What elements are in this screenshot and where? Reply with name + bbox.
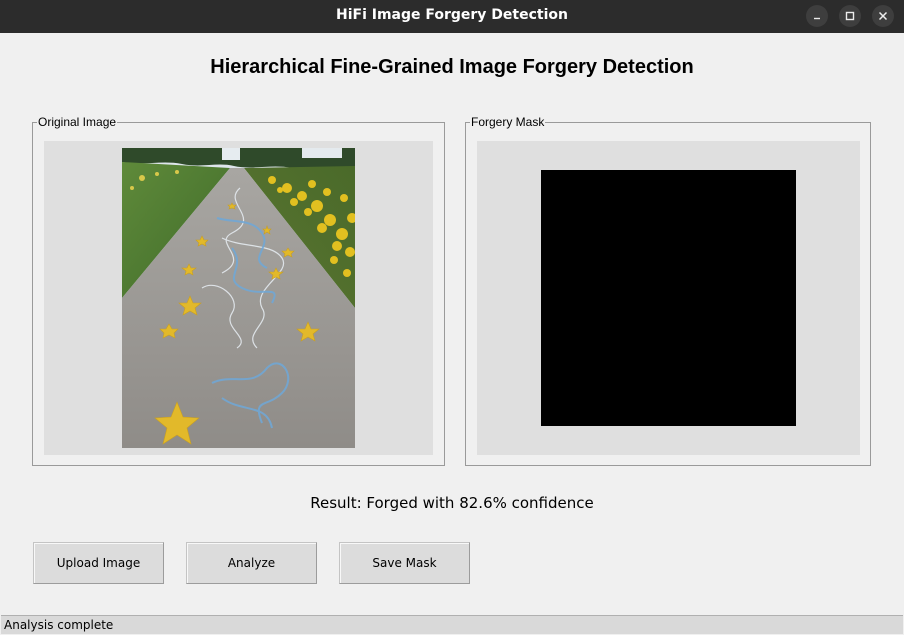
maximize-button[interactable] [839, 5, 861, 27]
window-title: HiFi Image Forgery Detection [335, 7, 568, 23]
close-icon [878, 11, 888, 21]
analyze-button[interactable]: Analyze [186, 542, 317, 584]
forgery-mask-area [477, 141, 860, 455]
upload-image-button[interactable]: Upload Image [33, 542, 164, 584]
maximize-icon [845, 11, 855, 21]
page-title: Hierarchical Fine-Grained Image Forgery … [210, 56, 694, 78]
minimize-icon [814, 17, 820, 20]
original-image-area [44, 141, 433, 455]
app-window: HiFi Image Forgery Detection Hierarchica… [0, 0, 904, 635]
minimize-button[interactable] [806, 5, 828, 27]
original-image [122, 148, 355, 448]
title-bar[interactable]: HiFi Image Forgery Detection [0, 0, 904, 33]
status-bar: Analysis complete [1, 615, 903, 634]
save-mask-button[interactable]: Save Mask [339, 542, 470, 584]
original-image-label: Original Image [38, 115, 117, 129]
close-button[interactable] [872, 5, 894, 27]
result-text: Result: Forged with 82.6% confidence [310, 494, 594, 512]
main-panel: Hierarchical Fine-Grained Image Forgery … [1, 33, 903, 634]
status-text: Analysis complete [4, 618, 114, 632]
forgery-mask-label: Forgery Mask [471, 115, 545, 129]
forgery-mask-image [541, 170, 796, 426]
